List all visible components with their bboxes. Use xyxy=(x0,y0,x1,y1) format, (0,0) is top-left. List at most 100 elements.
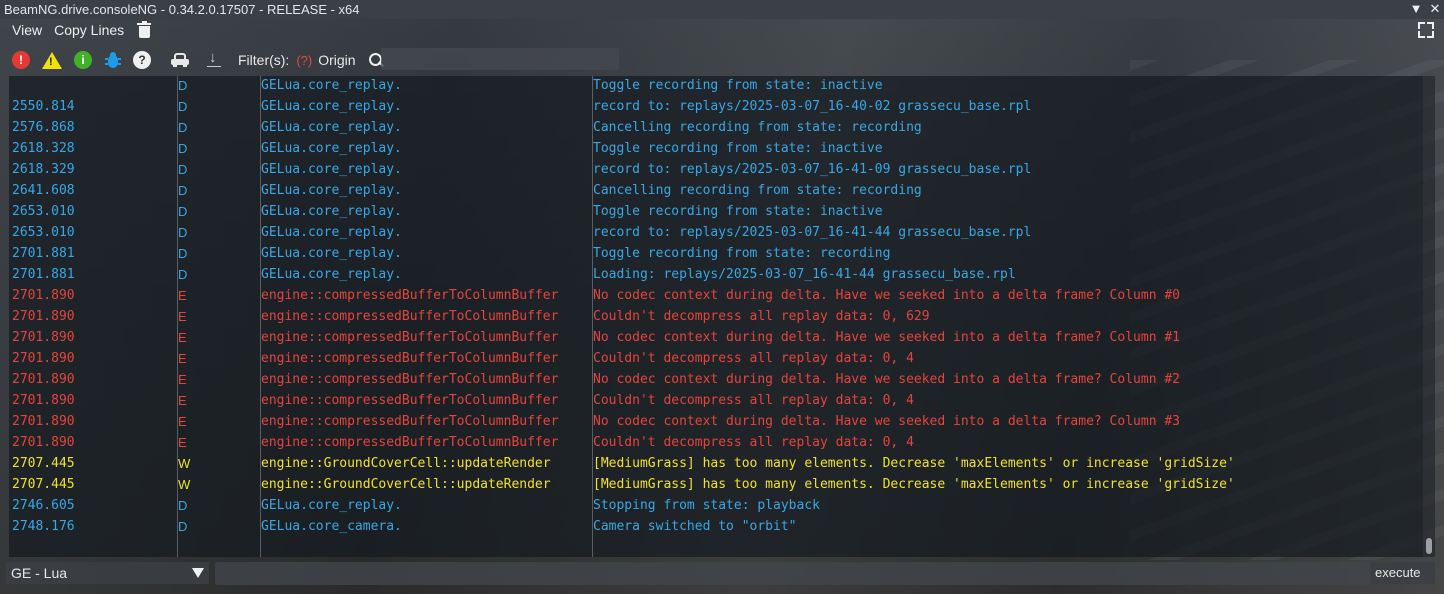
title-bar[interactable]: BeamNG.drive.consoleNG - 0.34.2.0.17507 … xyxy=(0,0,1444,19)
log-row[interactable]: 2701.890 Eengine::compressedBufferToColum… xyxy=(9,391,1423,412)
log-row[interactable]: 2701.890 Eengine::compressedBufferToColum… xyxy=(9,286,1423,307)
log-time: 2618.329 xyxy=(12,162,75,177)
log-level: D xyxy=(178,246,188,261)
chevron-down-icon xyxy=(192,568,204,578)
log-time: 2707.445 xyxy=(12,477,75,492)
origin-toggle[interactable]: Origin xyxy=(318,52,355,68)
log-origin: GELua.core_replay. xyxy=(261,183,402,198)
command-input[interactable] xyxy=(215,562,1370,585)
log-time: 2701.890 xyxy=(12,372,75,387)
log-time: 2641.608 xyxy=(12,183,75,198)
help-icon[interactable]: ? xyxy=(133,51,151,69)
log-row[interactable]: 2701.890 Eengine::compressedBufferToColum… xyxy=(9,370,1423,391)
log-origin: engine::compressedBufferToColumnBuffer xyxy=(261,435,559,450)
log-row[interactable]: 2701.881 D GELua.core_replay. Toggle record… xyxy=(9,244,1423,265)
log-time: 2701.881 xyxy=(12,246,75,261)
log-row[interactable]: 2701.890 Eengine::compressedBufferToColum… xyxy=(9,328,1423,349)
log-time: 2701.890 xyxy=(12,288,75,303)
log-level: E xyxy=(178,414,187,429)
vehicle-icon[interactable] xyxy=(171,53,189,67)
log-table[interactable]: D GELua.core_replay. Toggle recording from… xyxy=(9,76,1423,557)
log-row[interactable]: 2707.445 Wengine::GroundCoverCell::update… xyxy=(9,475,1423,496)
log-message: [MediumGrass] has too many elements. Dec… xyxy=(593,456,1235,471)
log-row[interactable]: 2701.890 Eengine::compressedBufferToColum… xyxy=(9,307,1423,328)
filter-help-icon[interactable]: (?) xyxy=(296,53,312,68)
filter-input[interactable] xyxy=(381,48,619,70)
log-time: 2576.868 xyxy=(12,120,75,135)
log-level: E xyxy=(178,435,187,450)
collapse-icon[interactable]: ▼ xyxy=(1408,1,1424,17)
log-level: D xyxy=(178,183,188,198)
log-level: D xyxy=(178,78,188,93)
log-time: 2653.010 xyxy=(12,204,75,219)
log-message: Stopping from state: playback xyxy=(593,498,820,513)
log-level: D xyxy=(178,204,188,219)
info-filter-icon[interactable]: i xyxy=(74,51,92,69)
log-row[interactable]: 2701.890 Eengine::compressedBufferToColum… xyxy=(9,412,1423,433)
log-message: No codec context during delta. Have we s… xyxy=(593,372,1180,387)
log-message: Couldn't decompress all replay data: 0, … xyxy=(593,435,914,450)
log-message: Couldn't decompress all replay data: 0, … xyxy=(593,351,914,366)
log-origin: GELua.core_replay. xyxy=(261,225,402,240)
log-origin: GELua.core_replay. xyxy=(261,498,402,513)
log-origin: GELua.core_replay. xyxy=(261,120,402,135)
log-message: Toggle recording from state: inactive xyxy=(593,141,883,156)
context-select[interactable]: GE - Lua xyxy=(6,562,209,584)
bug-filter-icon[interactable] xyxy=(105,51,121,69)
log-message: Toggle recording from state: inactive xyxy=(593,78,883,93)
log-message: Camera switched to "orbit" xyxy=(593,519,797,534)
menu-view[interactable]: View xyxy=(12,22,42,38)
toolbar: ! ! i ? ↓ Filter(s): (?) Origin xyxy=(0,48,1444,72)
log-level: D xyxy=(178,267,188,282)
fullscreen-icon[interactable] xyxy=(1418,22,1434,38)
log-rows: D GELua.core_replay. Toggle recording from… xyxy=(9,76,1423,538)
log-row[interactable]: 2618.328 D GELua.core_replay. Toggle record… xyxy=(9,139,1423,160)
log-row[interactable]: D GELua.core_replay. Toggle recording from… xyxy=(9,76,1423,97)
log-row[interactable]: 2746.605 D GELua.core_replay. Stopping from… xyxy=(9,496,1423,517)
log-row[interactable]: 2576.868 D GELua.core_replay. Cancelling re… xyxy=(9,118,1423,139)
log-origin: GELua.core_replay. xyxy=(261,246,402,261)
log-origin: engine::compressedBufferToColumnBuffer xyxy=(261,288,559,303)
log-row[interactable]: 2701.881 D GELua.core_replay. Loading: repl… xyxy=(9,265,1423,286)
log-row[interactable]: 2618.329 D GELua.core_replay. record to: re… xyxy=(9,160,1423,181)
log-row[interactable]: 2653.010 D GELua.core_replay. Toggle record… xyxy=(9,202,1423,223)
log-row[interactable]: 2748.176 D GELua.core_camera. Camera switch… xyxy=(9,517,1423,538)
log-time: 2746.605 xyxy=(12,498,75,513)
log-time: 2701.881 xyxy=(12,267,75,282)
log-time: 2701.890 xyxy=(12,414,75,429)
log-row[interactable]: 2550.814 D GELua.core_replay. record to: re… xyxy=(9,97,1423,118)
close-icon[interactable]: ✕ xyxy=(1427,1,1443,17)
log-scrollbar[interactable] xyxy=(1423,76,1435,557)
warning-filter-icon[interactable]: ! xyxy=(42,51,62,69)
log-origin: engine::compressedBufferToColumnBuffer xyxy=(261,372,559,387)
menu-copy-lines[interactable]: Copy Lines xyxy=(54,22,124,38)
log-row[interactable]: 2653.010 D GELua.core_replay. record to: re… xyxy=(9,223,1423,244)
log-level: E xyxy=(178,330,187,345)
log-origin: engine::compressedBufferToColumnBuffer xyxy=(261,351,559,366)
log-origin: GELua.core_replay. xyxy=(261,141,402,156)
log-message: Loading: replays/2025-03-07_16-41-44 gra… xyxy=(593,267,1016,282)
log-message: No codec context during delta. Have we s… xyxy=(593,414,1180,429)
error-filter-icon[interactable]: ! xyxy=(12,51,30,69)
context-select-value: GE - Lua xyxy=(11,565,68,581)
log-level: W xyxy=(178,477,191,492)
log-row[interactable]: 2707.445 Wengine::GroundCoverCell::update… xyxy=(9,454,1423,475)
log-message: No codec context during delta. Have we s… xyxy=(593,288,1180,303)
log-time: 2701.890 xyxy=(12,435,75,450)
log-row[interactable]: 2701.890 Eengine::compressedBufferToColum… xyxy=(9,433,1423,454)
log-time: 2653.010 xyxy=(12,225,75,240)
log-level: D xyxy=(178,498,188,513)
log-message: Couldn't decompress all replay data: 0, … xyxy=(593,309,930,324)
log-row[interactable]: 2641.608 D GELua.core_replay. Cancelling re… xyxy=(9,181,1423,202)
log-message: record to: replays/2025-03-07_16-41-09 g… xyxy=(593,162,1032,177)
window-title: BeamNG.drive.consoleNG - 0.34.2.0.17507 … xyxy=(4,2,360,17)
trash-icon[interactable] xyxy=(137,20,152,38)
log-row[interactable]: 2701.890 Eengine::compressedBufferToColum… xyxy=(9,349,1423,370)
download-icon[interactable]: ↓ xyxy=(207,49,221,69)
log-message: Toggle recording from state: inactive xyxy=(593,204,883,219)
scroll-thumb[interactable] xyxy=(1426,538,1432,554)
log-message: Toggle recording from state: recording xyxy=(593,246,891,261)
log-level: D xyxy=(178,225,188,240)
execute-button[interactable]: execute xyxy=(1371,562,1435,584)
log-time: 2550.814 xyxy=(12,99,75,114)
